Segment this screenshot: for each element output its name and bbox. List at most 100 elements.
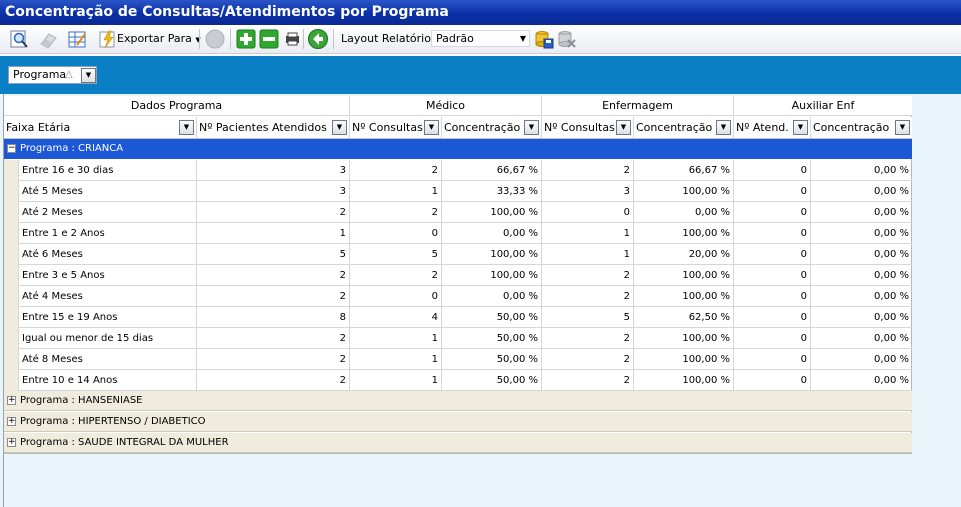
table-row[interactable]: Até 5 Meses 3 1 33,33 % 3 100,00 % 0 0,00 % [4,181,912,202]
table-row[interactable]: Até 2 Meses 2 2 100,00 % 0 0,00 % 0 0,00 % [4,202,912,223]
cell-medico-concentracao[interactable]: 100,00 % [442,202,542,223]
cell-faixa-etaria[interactable]: Entre 15 e 19 Anos [18,307,197,328]
table-row[interactable]: Entre 16 e 30 dias 3 2 66,67 % 2 66,67 % 0 0,00… [4,160,912,181]
cell-faixa-etaria[interactable]: Até 5 Meses [18,181,197,202]
column-filter-button[interactable]: ▼ [179,120,194,135]
cell-pacientes[interactable]: 2 [197,349,350,370]
table-row[interactable]: Igual ou menor de 15 dias 2 1 50,00 % 2 100,0… [4,328,912,349]
cell-aux-atend[interactable]: 0 [734,328,811,349]
cell-medico-consultas[interactable]: 4 [350,307,442,328]
column-header-enf-consultas[interactable]: Nº Consultas ▼ [542,117,634,138]
cell-medico-concentracao[interactable]: 50,00 % [442,307,542,328]
cell-aux-atend[interactable]: 0 [734,370,811,391]
export-button[interactable]: Exportar Para ▼ [117,32,201,45]
cell-aux-atend[interactable]: 0 [734,223,811,244]
cell-faixa-etaria[interactable]: Entre 16 e 30 dias [18,160,197,181]
delete-layout-icon[interactable] [556,28,578,50]
cell-aux-atend[interactable]: 0 [734,265,811,286]
cell-enf-concentracao[interactable]: 66,67 % [634,160,734,181]
expand-icon[interactable] [235,28,257,50]
collapse-icon[interactable]: − [7,144,16,153]
cell-faixa-etaria[interactable]: Até 6 Meses [18,244,197,265]
cell-aux-concentracao[interactable]: 0,00 % [811,370,912,391]
preview-icon[interactable] [8,28,30,50]
cell-pacientes[interactable]: 2 [197,370,350,391]
cell-medico-consultas[interactable]: 2 [350,202,442,223]
cell-pacientes[interactable]: 3 [197,181,350,202]
cell-pacientes[interactable]: 3 [197,160,350,181]
cell-aux-atend[interactable]: 0 [734,286,811,307]
table-row[interactable]: Entre 15 e 19 Anos 8 4 50,00 % 5 62,50 % 0 0,00… [4,307,912,328]
cell-enf-consultas[interactable]: 1 [542,223,634,244]
table-row[interactable]: Entre 1 e 2 Anos 1 0 0,00 % 1 100,00 % 0 0,00 % [4,223,912,244]
table-row[interactable]: Até 8 Meses 2 1 50,00 % 2 100,00 % 0 0,00 % [4,349,912,370]
cell-aux-concentracao[interactable]: 0,00 % [811,160,912,181]
table-row[interactable]: Até 4 Meses 2 0 0,00 % 2 100,00 % 0 0,00 % [4,286,912,307]
column-filter-button[interactable]: ▼ [895,120,910,135]
column-header-medico-consultas[interactable]: Nº Consultas ▼ [350,117,442,138]
table-row[interactable]: Entre 10 e 14 Anos 2 1 50,00 % 2 100,00 % 0 0,0… [4,370,912,391]
expand-icon[interactable]: + [7,396,16,405]
chevron-down-icon[interactable]: ▼ [81,68,96,83]
print-icon[interactable] [282,28,304,50]
cell-enf-concentracao[interactable]: 62,50 % [634,307,734,328]
cell-medico-concentracao[interactable]: 50,00 % [442,370,542,391]
collapse-icon[interactable] [258,28,280,50]
expand-icon[interactable]: + [7,417,16,426]
cell-medico-concentracao[interactable]: 100,00 % [442,244,542,265]
cell-aux-atend[interactable]: 0 [734,349,811,370]
cell-enf-concentracao[interactable]: 100,00 % [634,265,734,286]
cell-aux-concentracao[interactable]: 0,00 % [811,181,912,202]
cell-medico-concentracao[interactable]: 50,00 % [442,328,542,349]
table-row[interactable]: Até 6 Meses 5 5 100,00 % 1 20,00 % 0 0,00 % [4,244,912,265]
group-row-crianca[interactable]: − Programa : CRIANCA [4,139,912,159]
cell-enf-consultas[interactable]: 5 [542,307,634,328]
cell-medico-concentracao[interactable]: 0,00 % [442,286,542,307]
cell-pacientes[interactable]: 5 [197,244,350,265]
cell-faixa-etaria[interactable]: Igual ou menor de 15 dias [18,328,197,349]
layout-select[interactable]: Padrão ▼ [431,30,530,47]
cell-faixa-etaria[interactable]: Até 2 Meses [18,202,197,223]
column-header-aux-atend[interactable]: Nº Atend. ▼ [734,117,811,138]
cell-medico-consultas[interactable]: 1 [350,328,442,349]
cell-aux-atend[interactable]: 0 [734,244,811,265]
cell-faixa-etaria[interactable]: Entre 3 e 5 Anos [18,265,197,286]
cell-medico-consultas[interactable]: 1 [350,370,442,391]
cell-aux-concentracao[interactable]: 0,00 % [811,265,912,286]
cell-pacientes[interactable]: 2 [197,286,350,307]
cell-pacientes[interactable]: 2 [197,265,350,286]
cell-enf-consultas[interactable]: 2 [542,370,634,391]
group-row-hipertenso-diabetico[interactable]: + Programa : HIPERTENSO / DIABETICO [4,412,912,432]
cell-faixa-etaria[interactable]: Entre 10 e 14 Anos [18,370,197,391]
cell-enf-consultas[interactable]: 3 [542,181,634,202]
cell-enf-concentracao[interactable]: 100,00 % [634,223,734,244]
cell-enf-concentracao[interactable]: 100,00 % [634,286,734,307]
column-filter-button[interactable]: ▼ [524,120,539,135]
cell-medico-consultas[interactable]: 0 [350,223,442,244]
cell-aux-concentracao[interactable]: 0,00 % [811,244,912,265]
cell-enf-consultas[interactable]: 2 [542,265,634,286]
cell-aux-concentracao[interactable]: 0,00 % [811,202,912,223]
cell-pacientes[interactable]: 2 [197,328,350,349]
column-header-aux-concentracao[interactable]: Concentração ▼ [811,117,912,138]
cell-pacientes[interactable]: 1 [197,223,350,244]
cell-aux-atend[interactable]: 0 [734,160,811,181]
cell-aux-atend[interactable]: 0 [734,181,811,202]
circle-icon[interactable] [204,28,226,50]
cell-enf-consultas[interactable]: 0 [542,202,634,223]
cell-medico-consultas[interactable]: 1 [350,349,442,370]
cell-medico-consultas[interactable]: 0 [350,286,442,307]
cell-enf-concentracao[interactable]: 100,00 % [634,349,734,370]
cell-medico-concentracao[interactable]: 0,00 % [442,223,542,244]
cell-medico-concentracao[interactable]: 100,00 % [442,265,542,286]
cell-enf-concentracao[interactable]: 0,00 % [634,202,734,223]
column-filter-button[interactable]: ▼ [616,120,631,135]
cell-aux-concentracao[interactable]: 0,00 % [811,307,912,328]
group-row-hanseniase[interactable]: + Programa : HANSENIASE [4,391,912,411]
cell-aux-atend[interactable]: 0 [734,307,811,328]
group-chip-programa[interactable]: Programa △ ▼ [8,66,97,84]
column-header-pacientes[interactable]: Nº Pacientes Atendidos ▼ [197,117,350,138]
cell-enf-consultas[interactable]: 2 [542,328,634,349]
cell-faixa-etaria[interactable]: Até 4 Meses [18,286,197,307]
column-filter-button[interactable]: ▼ [793,120,808,135]
